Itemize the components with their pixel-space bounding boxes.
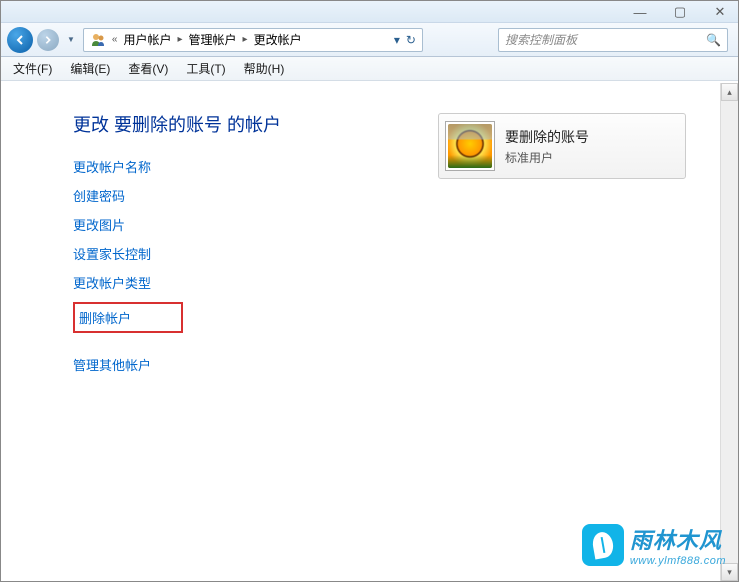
account-card[interactable]: 要删除的账号 标准用户: [438, 113, 686, 179]
user-accounts-icon: [90, 32, 106, 48]
breadcrumb-overflow[interactable]: «: [112, 34, 118, 45]
account-name: 要删除的账号: [505, 127, 589, 147]
breadcrumb[interactable]: « 用户帐户 ▸ 管理帐户 ▸ 更改帐户 ▾ ↻: [83, 28, 423, 52]
menu-file[interactable]: 文件(F): [5, 58, 60, 79]
breadcrumb-item[interactable]: 管理帐户: [189, 31, 237, 48]
breadcrumb-item[interactable]: 更改帐户: [254, 31, 302, 48]
back-button[interactable]: [7, 27, 33, 53]
watermark-logo-icon: [582, 524, 624, 566]
link-delete-account[interactable]: 删除帐户: [73, 302, 183, 333]
address-actions: ▾ ↻: [394, 33, 416, 47]
arrow-left-icon: [14, 34, 26, 46]
maximize-button[interactable]: ▢: [670, 3, 690, 21]
search-input[interactable]: 搜索控制面板 🔍: [498, 28, 728, 52]
account-text: 要删除的账号 标准用户: [505, 127, 589, 166]
content-area: 更改 要删除的账号 的帐户 更改帐户名称 创建密码 更改图片 设置家长控制 更改…: [1, 83, 738, 581]
link-change-type[interactable]: 更改帐户类型: [73, 273, 718, 292]
address-bar: ▼ « 用户帐户 ▸ 管理帐户 ▸ 更改帐户 ▾ ↻ 搜索控制面板 🔍: [1, 23, 738, 57]
watermark-brand: 雨林木风: [630, 523, 726, 555]
link-create-password[interactable]: 创建密码: [73, 186, 718, 205]
search-placeholder: 搜索控制面板: [505, 31, 577, 48]
account-type: 标准用户: [505, 149, 589, 166]
vertical-scrollbar[interactable]: ▴ ▾: [720, 83, 738, 581]
arrow-right-icon: [43, 35, 53, 45]
link-parental-controls[interactable]: 设置家长控制: [73, 244, 718, 263]
watermark: 雨林木风 www.ylmf888.com: [582, 523, 726, 567]
avatar-sunflower-icon: [448, 124, 492, 168]
avatar-frame: [445, 121, 495, 171]
refresh-icon[interactable]: ↻: [406, 33, 416, 47]
chevron-right-icon[interactable]: ▸: [178, 34, 183, 45]
nav-history-dropdown[interactable]: ▼: [63, 35, 79, 44]
menu-view[interactable]: 查看(V): [120, 58, 176, 79]
titlebar: — ▢ ✕: [1, 1, 738, 23]
action-links: 更改帐户名称 创建密码 更改图片 设置家长控制 更改帐户类型 删除帐户: [73, 157, 718, 333]
minimize-button[interactable]: —: [630, 3, 650, 21]
chevron-right-icon[interactable]: ▸: [243, 34, 248, 45]
menu-help[interactable]: 帮助(H): [236, 58, 293, 79]
link-manage-other[interactable]: 管理其他帐户: [73, 355, 718, 374]
window-controls: — ▢ ✕: [630, 3, 730, 21]
breadcrumb-item[interactable]: 用户帐户: [123, 31, 171, 48]
scroll-track[interactable]: [721, 101, 738, 563]
scroll-up-button[interactable]: ▴: [721, 83, 738, 101]
menu-bar: 文件(F) 编辑(E) 查看(V) 工具(T) 帮助(H): [1, 57, 738, 81]
dropdown-icon[interactable]: ▾: [394, 33, 400, 47]
search-icon[interactable]: 🔍: [706, 33, 721, 47]
watermark-url: www.ylmf888.com: [630, 555, 726, 567]
menu-tools[interactable]: 工具(T): [178, 58, 233, 79]
forward-button[interactable]: [37, 29, 59, 51]
link-change-picture[interactable]: 更改图片: [73, 215, 718, 234]
secondary-links: 管理其他帐户: [73, 355, 718, 374]
close-button[interactable]: ✕: [710, 3, 730, 21]
menu-edit[interactable]: 编辑(E): [62, 58, 118, 79]
